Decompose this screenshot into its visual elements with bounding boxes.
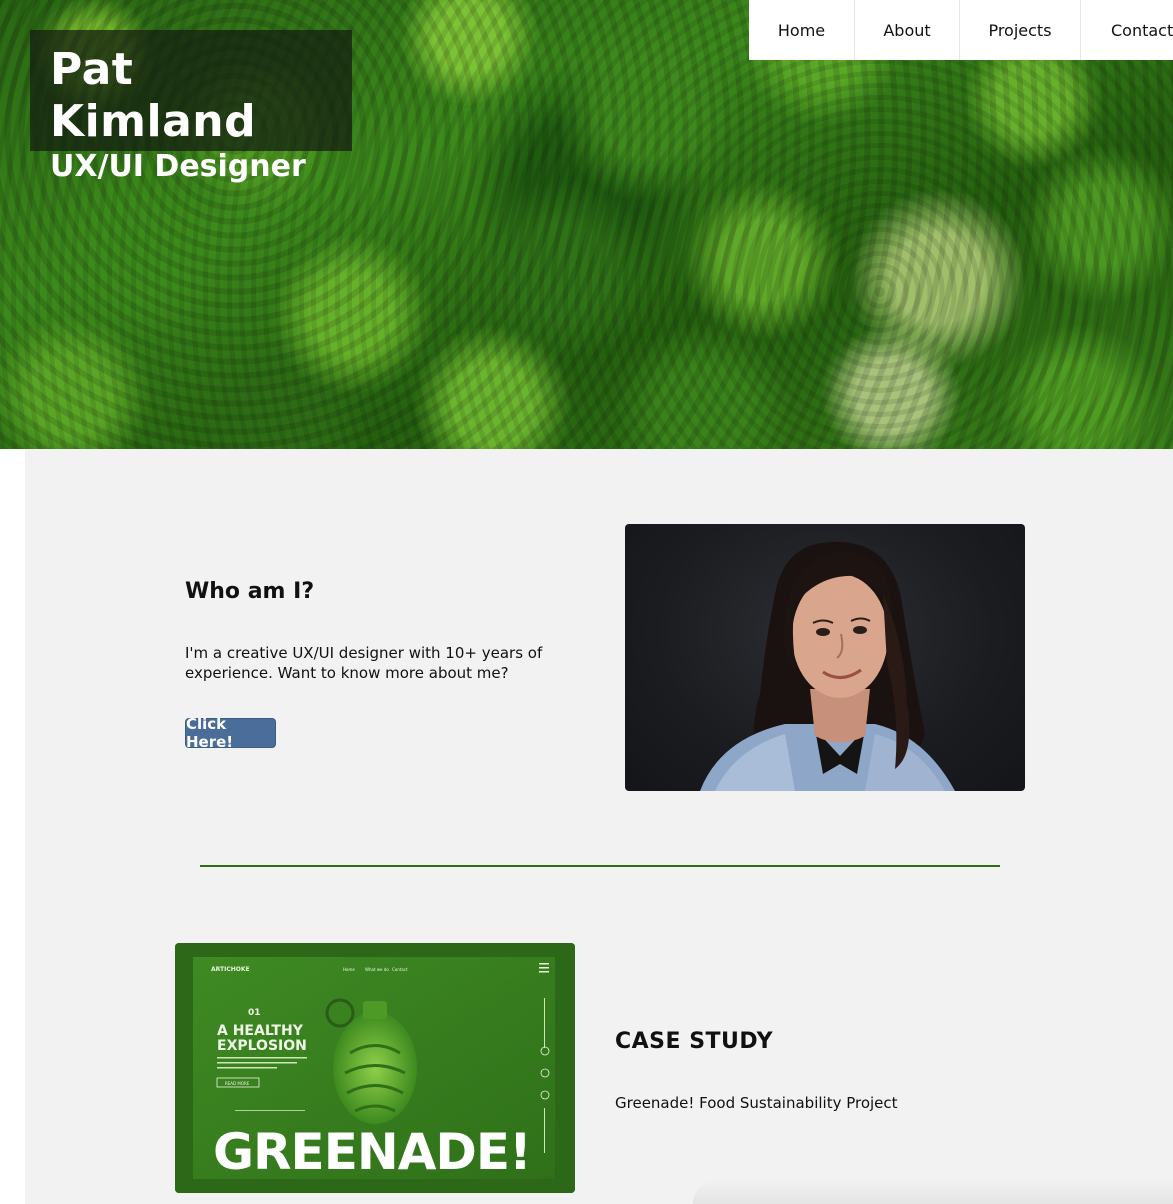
nav-item-about[interactable]: About — [855, 0, 960, 60]
svg-text:A HEALTHY: A HEALTHY — [217, 1023, 304, 1039]
main-content: Who am I? I'm a creative UX/UI designer … — [25, 449, 1173, 1204]
case-study-image[interactable]: ARTICHOKE Home What we do Contact 01 A H… — [175, 943, 575, 1193]
portrait-photo — [625, 524, 1025, 791]
nav-item-contact[interactable]: Contact — [1081, 0, 1173, 60]
svg-text:What we do: What we do — [365, 967, 389, 972]
mockup-big-title: GREENADE! — [213, 1123, 531, 1181]
hero-role: UX/UI Designer — [50, 149, 306, 184]
greenade-mockup: ARTICHOKE Home What we do Contact 01 A H… — [175, 943, 575, 1193]
case-study-heading: CASE STUDY — [615, 1029, 774, 1054]
section-divider — [200, 865, 1000, 867]
portrait-illustration — [700, 541, 955, 791]
about-heading: Who am I? — [185, 579, 315, 604]
hero-name: Pat Kimland — [50, 44, 257, 147]
about-text: I'm a creative UX/UI designer with 10+ y… — [185, 644, 543, 682]
nav-item-projects[interactable]: Projects — [960, 0, 1081, 60]
bottom-shadow — [693, 1180, 1173, 1204]
svg-text:EXPLOSION: EXPLOSION — [217, 1038, 307, 1054]
hero-title-box: Pat Kimland UX/UI Designer — [30, 30, 352, 184]
nav-item-home[interactable]: Home — [749, 0, 855, 60]
case-study-text: Greenade! Food Sustainability Project — [615, 1094, 898, 1112]
hero-banner: Pat Kimland UX/UI Designer — [0, 0, 1173, 449]
svg-text:01: 01 — [248, 1008, 261, 1018]
click-here-button[interactable]: Click Here! — [185, 715, 276, 751]
top-nav: Home About Projects Contact — [749, 0, 1173, 60]
svg-text:READ MORE: READ MORE — [225, 1081, 250, 1086]
svg-text:Contact: Contact — [392, 967, 408, 972]
mockup-brand: ARTICHOKE — [211, 966, 250, 973]
svg-text:Home: Home — [343, 967, 355, 972]
